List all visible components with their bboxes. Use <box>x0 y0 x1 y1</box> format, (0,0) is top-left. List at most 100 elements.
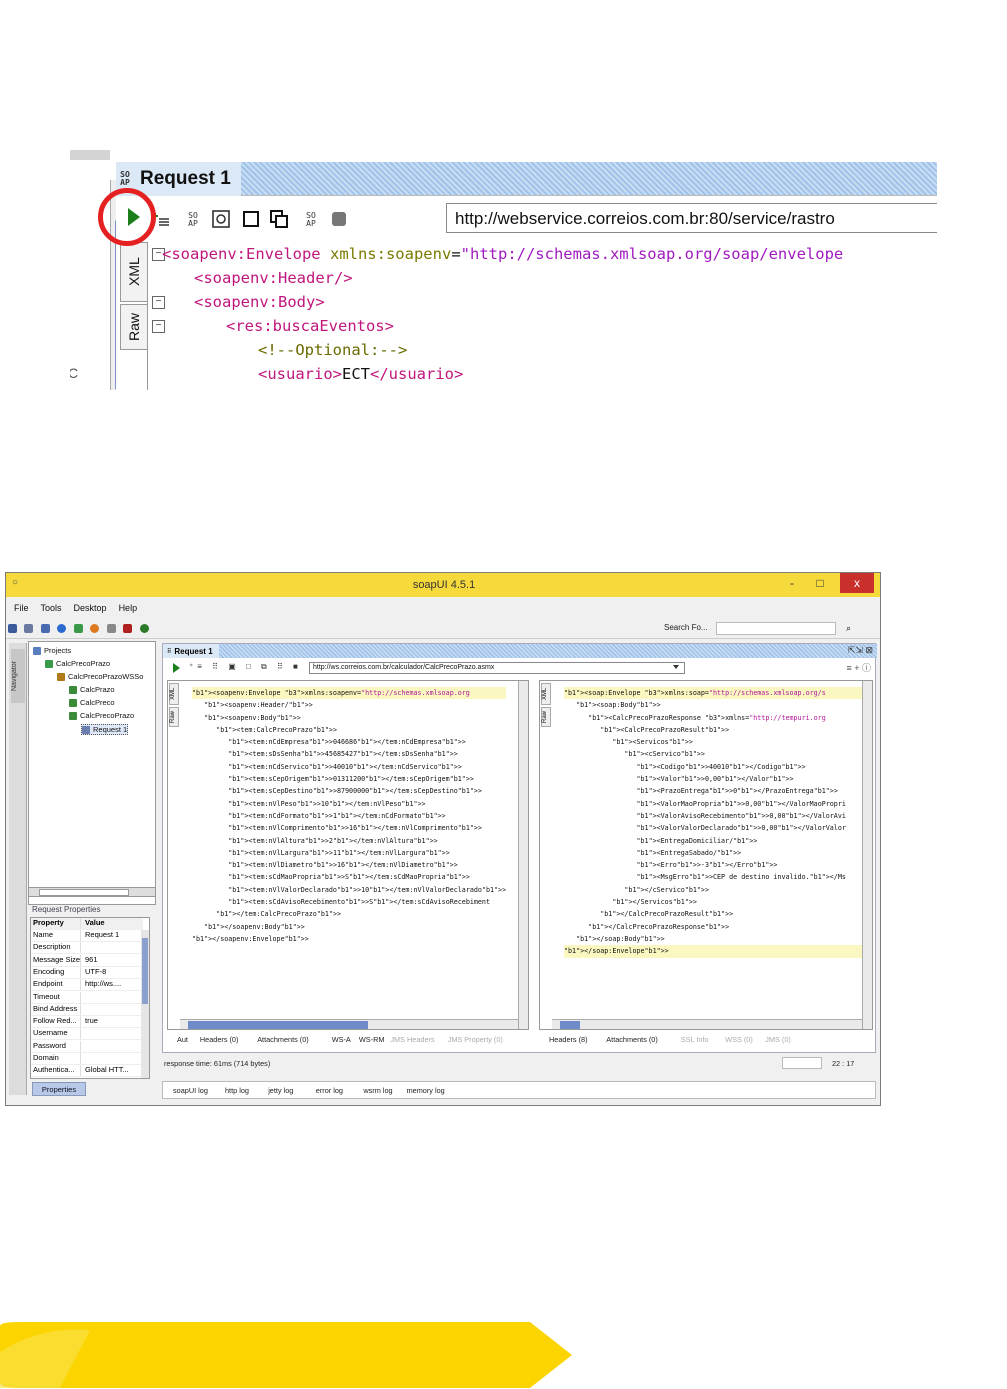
create-soap-icon[interactable]: SO AP <box>184 212 202 230</box>
property-value[interactable]: http://ws.... <box>81 979 121 990</box>
request-panel-tab[interactable]: ⠿ Request 1 <box>163 644 219 658</box>
request-editor-hscroll[interactable] <box>180 1019 518 1029</box>
navigator-side-tab[interactable]: Navigator <box>9 643 27 1095</box>
property-value[interactable]: UTF-8 <box>81 967 106 978</box>
tree-horizontal-scrollbar[interactable] <box>28 887 156 897</box>
menu-help[interactable]: Help <box>119 603 138 613</box>
trial-icon[interactable] <box>73 624 83 633</box>
save-icon[interactable] <box>40 624 50 633</box>
response-editor-vscroll[interactable] <box>862 681 872 1029</box>
property-value[interactable] <box>81 1053 85 1064</box>
online-help-icon[interactable] <box>139 624 149 633</box>
property-row[interactable]: Bind Address <box>31 1003 143 1016</box>
property-row[interactable]: Timeout <box>31 991 143 1004</box>
xml-code-zoomed[interactable]: <soapenv:Envelope xmlns:soapenv="http://… <box>158 242 937 390</box>
property-row[interactable]: Username <box>31 1028 143 1041</box>
proxy-icon[interactable] <box>106 624 116 633</box>
exit-icon[interactable] <box>123 624 133 633</box>
request-editor-tab[interactable]: Headers (0) <box>200 1035 239 1044</box>
menu-desktop[interactable]: Desktop <box>74 603 107 613</box>
search-input[interactable] <box>716 622 836 635</box>
properties-button[interactable]: Properties <box>32 1082 86 1096</box>
property-row[interactable]: Password <box>31 1040 143 1053</box>
tree-node[interactable]: CalcPrecoPrazoWSSo <box>57 672 143 681</box>
tree-node[interactable]: CalcPrazo <box>69 685 115 694</box>
tab-xml[interactable]: XML <box>120 242 148 302</box>
soap-action-icon[interactable]: SO AP <box>302 212 320 230</box>
submit-request-play-icon[interactable] <box>173 663 180 673</box>
forum-icon[interactable] <box>57 624 67 633</box>
request-editor-tab[interactable]: JMS Headers <box>390 1035 434 1044</box>
log-tab[interactable]: memory log <box>407 1086 445 1095</box>
property-row[interactable]: Authentica... Global HTT... <box>31 1065 143 1078</box>
response-editor-tab[interactable]: Headers (8) <box>549 1035 588 1044</box>
new-project-icon[interactable] <box>8 624 17 633</box>
maximize-button[interactable]: □ <box>810 573 830 593</box>
close-button[interactable]: x <box>840 573 874 593</box>
property-value[interactable]: true <box>81 1016 98 1027</box>
request-editor-tab[interactable]: WS-RM <box>359 1035 385 1044</box>
log-tab[interactable]: http log <box>225 1086 249 1095</box>
response-editor-tab[interactable]: WSS (0) <box>725 1035 753 1044</box>
import-icon[interactable] <box>24 624 34 633</box>
response-editor-tab[interactable]: SSL Info <box>681 1035 709 1044</box>
property-row[interactable]: Domain <box>31 1053 143 1065</box>
url-dropdown-arrow-icon[interactable] <box>673 665 679 669</box>
request-editor-tab[interactable]: JMS Property (0) <box>448 1035 503 1044</box>
request-editor-tab[interactable]: WS-A <box>332 1035 351 1044</box>
preferences-icon[interactable] <box>90 624 100 633</box>
property-row[interactable]: Endpoint http://ws.... <box>31 979 143 992</box>
property-row[interactable]: Encoding UTF-8 <box>31 966 143 979</box>
panel-window-controls-icon[interactable]: ⇱⇲ ⊠ <box>848 645 873 656</box>
property-row[interactable]: Name Request 1 <box>31 930 143 942</box>
request-editor-tab[interactable]: Attachments (0) <box>257 1035 309 1044</box>
copy-icon[interactable] <box>270 210 288 228</box>
minimize-button[interactable]: - <box>782 573 802 593</box>
cancel-stop-icon[interactable] <box>330 210 348 228</box>
property-value[interactable] <box>81 1028 85 1039</box>
property-value[interactable] <box>81 1041 85 1052</box>
property-value[interactable] <box>81 992 85 1003</box>
property-row[interactable]: Follow Red... true <box>31 1016 143 1029</box>
response-xml-editor[interactable]: XML Raw "b1"><soap:Envelope "b3">xmlns:s… <box>539 680 873 1030</box>
response-editor-hscroll[interactable] <box>552 1019 862 1029</box>
endpoint-url-field[interactable]: http://webservice.correios.com.br:80/ser… <box>446 203 937 233</box>
tree-node[interactable]: Request 1 <box>81 724 129 735</box>
property-value[interactable] <box>81 942 85 953</box>
tree-node[interactable]: CalcPreco <box>69 698 115 707</box>
value-column-header[interactable]: Value <box>81 918 105 929</box>
tree-node[interactable]: Projects <box>33 646 71 655</box>
request-toolbar-icons[interactable]: ⁺≡ ⠿ ▣ □ ⧉ ⠿ ■ <box>189 662 302 672</box>
response-editor-tab[interactable]: Attachments (0) <box>606 1035 658 1044</box>
response-xml-code[interactable]: "b1"><soap:Envelope "b3">xmlns:soap="htt… <box>564 687 872 958</box>
property-value[interactable]: 961 <box>81 955 98 966</box>
log-tab[interactable]: error log <box>316 1086 343 1095</box>
response-editor-tab[interactable]: JMS (0) <box>765 1035 791 1044</box>
navigator-label[interactable]: Navigator <box>11 649 25 703</box>
menu-tools[interactable]: Tools <box>41 603 62 613</box>
request-xml-editor[interactable]: XML Raw "b1"><soapenv:Envelope "b3">xmln… <box>167 680 529 1030</box>
property-column-header[interactable]: Property <box>31 918 81 929</box>
tab-xml[interactable]: XML <box>541 683 551 705</box>
tab-raw[interactable]: Raw <box>169 707 179 727</box>
request-editor-tab[interactable]: Aut <box>177 1035 188 1044</box>
log-tab[interactable]: wsrm log <box>363 1086 392 1095</box>
tab-raw[interactable]: Raw <box>120 304 148 350</box>
property-value[interactable]: Request 1 <box>81 930 119 941</box>
create-mock-icon[interactable] <box>212 210 230 228</box>
property-row[interactable]: Message Size 961 <box>31 954 143 967</box>
endpoint-url-field[interactable]: http://ws.correios.com.br/calculador/Cal… <box>309 662 685 674</box>
request-editor-vscroll[interactable] <box>518 681 528 1029</box>
split-view-icons[interactable]: ≡ + ⓘ <box>846 661 871 674</box>
tree-node[interactable]: CalcPrecoPrazo <box>45 659 110 668</box>
request-xml-code[interactable]: "b1"><soapenv:Envelope "b3">xmlns:soapen… <box>192 687 507 945</box>
tree-node[interactable]: CalcPrecoPrazo <box>69 711 134 720</box>
log-tab[interactable]: jetty log <box>268 1086 293 1095</box>
search-icon[interactable]: ⌕ <box>846 623 851 634</box>
tab-xml[interactable]: XML <box>169 683 179 705</box>
menu-file[interactable]: File <box>14 603 29 613</box>
tab-raw[interactable]: Raw <box>541 707 551 727</box>
properties-scrollbar[interactable] <box>141 930 149 1078</box>
property-value[interactable] <box>81 1004 85 1015</box>
property-row[interactable]: Description <box>31 942 143 955</box>
